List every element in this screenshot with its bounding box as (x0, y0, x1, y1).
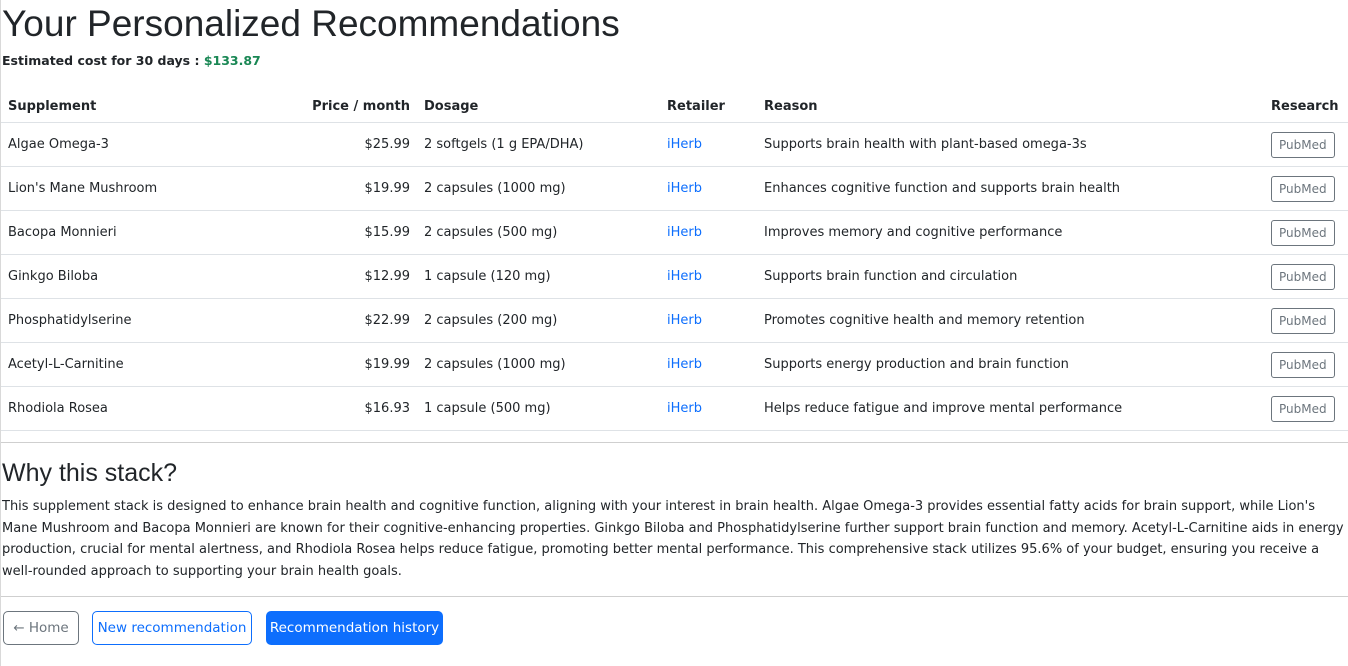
pubmed-button[interactable]: PubMed (1271, 307, 1335, 334)
reason: Supports energy production and brain fun… (757, 342, 1264, 387)
divider (1, 442, 1348, 443)
supplement-name: Lion's Mane Mushroom (1, 166, 286, 211)
recommendations-page: Your Personalized Recommendations Estima… (0, 0, 1348, 666)
table-header-row: Supplement Price / month Dosage Retailer… (1, 91, 1348, 123)
dosage: 1 capsule (500 mg) (417, 386, 660, 431)
table-row: Algae Omega-3 $25.99 2 softgels (1 g EPA… (1, 122, 1348, 167)
dosage: 2 capsules (500 mg) (417, 210, 660, 255)
pubmed-button[interactable]: PubMed (1271, 263, 1335, 290)
reason: Improves memory and cognitive performanc… (757, 210, 1264, 255)
pubmed-button[interactable]: PubMed (1271, 131, 1335, 158)
supplement-name: Bacopa Monnieri (1, 210, 286, 255)
retailer-link[interactable]: iHerb (667, 313, 702, 328)
reason: Helps reduce fatigue and improve mental … (757, 386, 1264, 431)
supplement-name: Ginkgo Biloba (1, 254, 286, 299)
pubmed-button[interactable]: PubMed (1271, 351, 1335, 378)
supplement-name: Algae Omega-3 (1, 122, 286, 167)
retailer-link[interactable]: iHerb (667, 401, 702, 416)
why-heading: Why this stack? (2, 459, 178, 487)
why-text: This supplement stack is designed to enh… (2, 499, 1344, 579)
table-row: Rhodiola Rosea $16.93 1 capsule (500 mg)… (1, 386, 1348, 431)
column-header-price: Price / month (286, 91, 417, 123)
supplement-name: Acetyl-L-Carnitine (1, 342, 286, 387)
price: $19.99 (286, 342, 417, 387)
table-row: Bacopa Monnieri $15.99 2 capsules (500 m… (1, 210, 1348, 255)
price: $22.99 (286, 298, 417, 343)
dosage: 2 capsules (1000 mg) (417, 166, 660, 211)
retailer-link[interactable]: iHerb (667, 269, 702, 284)
divider (1, 596, 1348, 597)
reason: Supports brain function and circulation (757, 254, 1264, 299)
column-header-retailer: Retailer (660, 91, 757, 123)
supplement-name: Rhodiola Rosea (1, 386, 286, 431)
price: $25.99 (286, 122, 417, 167)
reason: Enhances cognitive function and supports… (757, 166, 1264, 211)
table-row: Lion's Mane Mushroom $19.99 2 capsules (… (1, 166, 1348, 211)
retailer-link[interactable]: iHerb (667, 181, 702, 196)
recommendations-table: Supplement Price / month Dosage Retailer… (1, 91, 1348, 431)
retailer-link[interactable]: iHerb (667, 225, 702, 240)
retailer-link[interactable]: iHerb (667, 137, 702, 152)
price: $15.99 (286, 210, 417, 255)
price: $19.99 (286, 166, 417, 211)
table-row: Acetyl-L-Carnitine $19.99 2 capsules (10… (1, 342, 1348, 387)
cost-value: $133.87 (203, 53, 261, 68)
supplement-name: Phosphatidylserine (1, 298, 286, 343)
column-header-research: Research (1264, 91, 1348, 123)
dosage: 2 softgels (1 g EPA/DHA) (417, 122, 660, 167)
page-title: Your Personalized Recommendations (2, 3, 620, 44)
pubmed-button[interactable]: PubMed (1271, 175, 1335, 202)
table-row: Ginkgo Biloba $12.99 1 capsule (120 mg) … (1, 254, 1348, 299)
cost-label: Estimated cost for 30 days : (2, 53, 200, 68)
estimated-cost: Estimated cost for 30 days : $133.87 (2, 53, 261, 68)
reason: Promotes cognitive health and memory ret… (757, 298, 1264, 343)
reason: Supports brain health with plant-based o… (757, 122, 1264, 167)
table-row: Phosphatidylserine $22.99 2 capsules (20… (1, 298, 1348, 343)
recommendation-history-button[interactable]: Recommendation history (266, 611, 443, 645)
dosage: 2 capsules (1000 mg) (417, 342, 660, 387)
dosage: 1 capsule (120 mg) (417, 254, 660, 299)
pubmed-button[interactable]: PubMed (1271, 219, 1335, 246)
pubmed-button[interactable]: PubMed (1271, 395, 1335, 422)
home-button[interactable]: ← Home (3, 611, 79, 645)
price: $16.93 (286, 386, 417, 431)
column-header-dosage: Dosage (417, 91, 660, 123)
new-recommendation-button[interactable]: New recommendation (92, 611, 252, 645)
column-header-supplement: Supplement (1, 91, 286, 123)
dosage: 2 capsules (200 mg) (417, 298, 660, 343)
retailer-link[interactable]: iHerb (667, 357, 702, 372)
column-header-reason: Reason (757, 91, 1264, 123)
price: $12.99 (286, 254, 417, 299)
